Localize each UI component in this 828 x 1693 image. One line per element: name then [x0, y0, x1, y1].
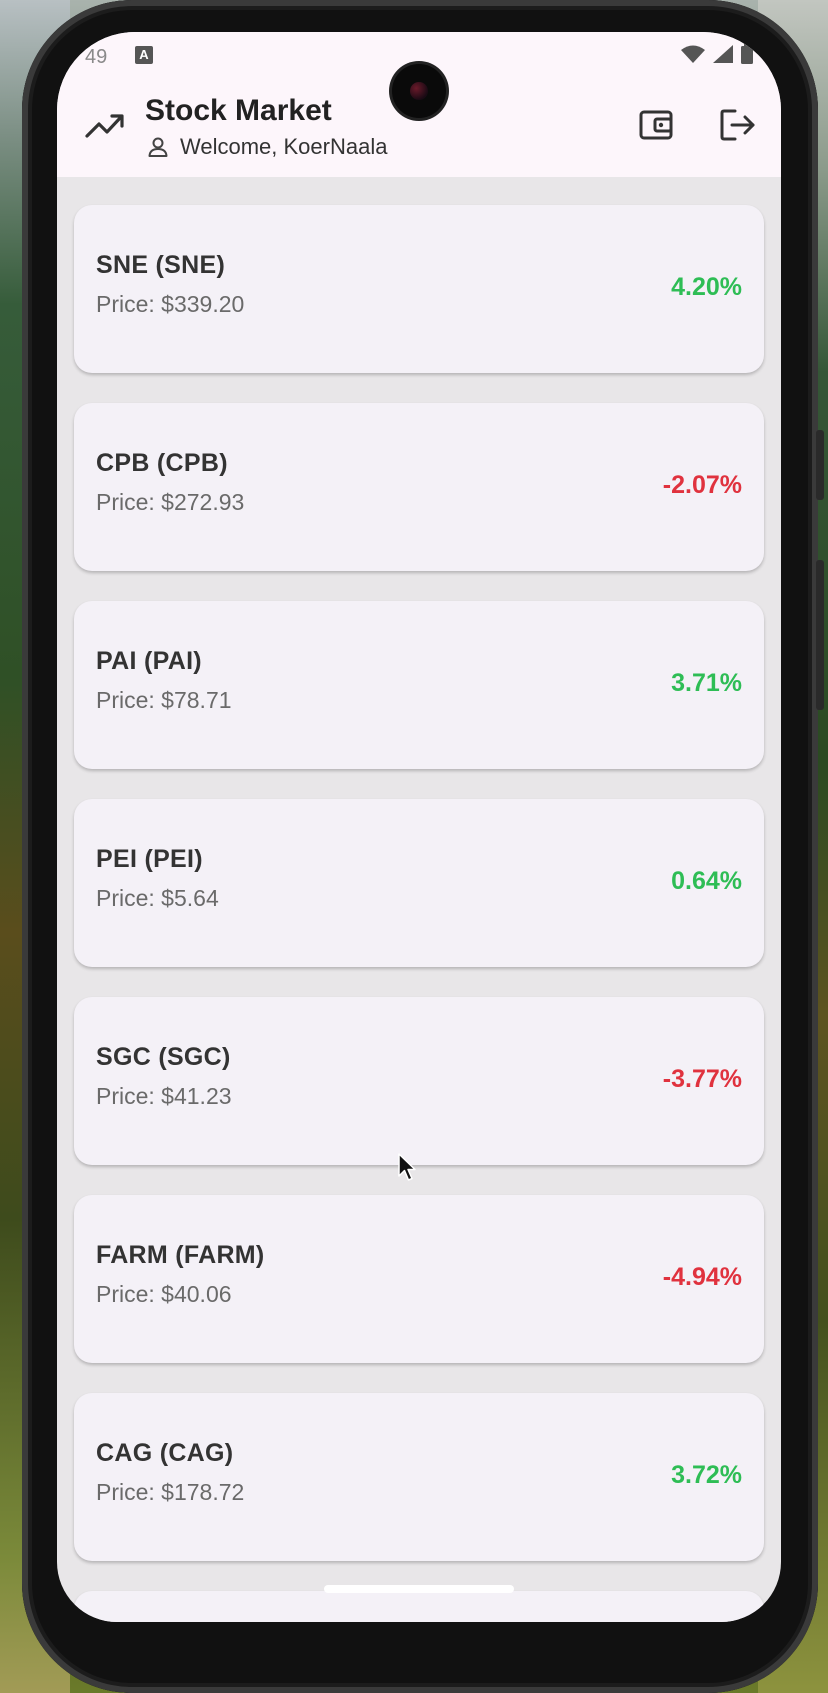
- stock-change: -4.94%: [662, 1263, 742, 1291]
- stock-card[interactable]: PAI (PAI) Price: $78.71 3.71%: [74, 601, 764, 769]
- stock-change: 0.64%: [671, 867, 742, 895]
- stock-card[interactable]: CAG (CAG) Price: $178.72 3.72%: [74, 1393, 764, 1561]
- stock-price: Price: $41.23: [96, 1083, 232, 1109]
- stock-change: -3.77%: [662, 1065, 742, 1093]
- stock-card[interactable]: SGC (SGC) Price: $41.23 -3.77%: [74, 997, 764, 1165]
- stock-change: 3.71%: [671, 669, 742, 697]
- stock-list[interactable]: SNE (SNE) Price: $339.20 4.20% CPB (CPB)…: [57, 177, 781, 1622]
- welcome-text: Welcome, KoerNaala: [180, 134, 388, 159]
- signal-icon: [713, 45, 733, 63]
- status-time: 49: [85, 46, 108, 68]
- stock-card[interactable]: CPB (CPB) Price: $272.93 -2.07%: [74, 403, 764, 571]
- stock-price: Price: $78.71: [96, 687, 232, 713]
- stock-change: -2.07%: [662, 471, 742, 499]
- stock-price: Price: $5.64: [96, 885, 219, 911]
- app-screen: 49 A Stock Market Welcome, KoerNaala SNE…: [57, 32, 781, 1622]
- status-notification-icon: A: [135, 46, 153, 64]
- stock-change: 3.72%: [671, 1461, 742, 1489]
- stock-name: CAG (CAG): [96, 1439, 234, 1467]
- trending-up-icon: [85, 114, 124, 138]
- wallet-icon: [639, 110, 673, 140]
- battery-icon: [741, 44, 753, 64]
- front-camera: [392, 64, 446, 118]
- person-icon: [148, 137, 168, 157]
- stock-card[interactable]: FARM (FARM) Price: $40.06 -4.94%: [74, 1195, 764, 1363]
- stock-price: Price: $178.72: [96, 1479, 245, 1505]
- mouse-cursor-icon: [398, 1153, 416, 1181]
- stock-card[interactable]: PEI (PEI) Price: $5.64 0.64%: [74, 799, 764, 967]
- status-icons: [681, 44, 753, 64]
- stock-price: Price: $272.93: [96, 489, 245, 515]
- stock-change: 4.20%: [671, 273, 742, 301]
- home-indicator[interactable]: [324, 1585, 514, 1593]
- page-title: Stock Market: [145, 94, 332, 127]
- logout-button[interactable]: [717, 104, 759, 146]
- phone-side-button: [816, 430, 824, 500]
- wallet-button[interactable]: [635, 104, 677, 146]
- wifi-icon: [681, 45, 705, 63]
- phone-volume-button: [816, 560, 824, 710]
- stock-name: SNE (SNE): [96, 251, 226, 279]
- stock-price: Price: $339.20: [96, 291, 245, 317]
- stock-card[interactable]: SNE (SNE) Price: $339.20 4.20%: [74, 205, 764, 373]
- stock-name: PAI (PAI): [96, 647, 202, 675]
- app-bar: 49 A Stock Market Welcome, KoerNaala: [57, 32, 781, 177]
- logout-icon: [720, 109, 755, 141]
- stock-name: FARM (FARM): [96, 1241, 265, 1269]
- stock-price: Price: $40.06: [96, 1281, 232, 1307]
- stock-name: CPB (CPB): [96, 449, 228, 477]
- stock-name: SGC (SGC): [96, 1043, 231, 1071]
- stock-card-partial[interactable]: [74, 1591, 764, 1622]
- stock-name: PEI (PEI): [96, 845, 203, 873]
